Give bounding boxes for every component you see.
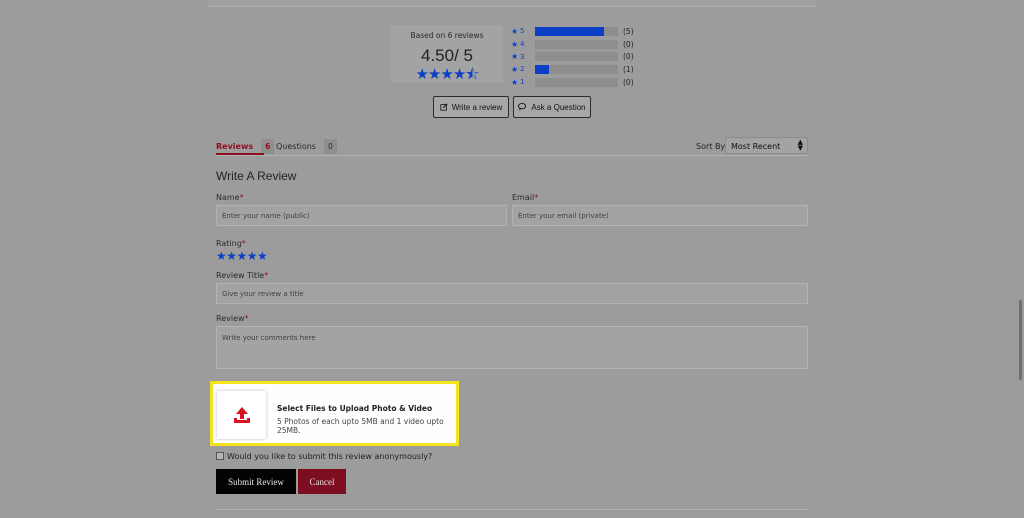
bottom-divider [216, 509, 808, 510]
star-icon: ★ [511, 52, 519, 62]
anonymous-label: Would you like to submit this review ano… [227, 452, 433, 461]
rating-bar-fill [535, 26, 604, 36]
rating-bar-fill [535, 64, 550, 74]
tabs-divider [216, 155, 808, 156]
name-label: Name* [216, 193, 244, 202]
star-icon: ★ [511, 39, 519, 49]
edit-icon [440, 103, 448, 111]
bar-count: (5) [623, 26, 634, 36]
rating-bar-track [535, 77, 618, 87]
upload-icon-tile [217, 391, 266, 439]
average-stars-icon: ★★★★⯪ [391, 64, 503, 89]
star-icon: ★ [511, 77, 519, 87]
submit-review-button[interactable]: Submit Review [216, 469, 296, 494]
sort-by-value: Most Recent [731, 142, 781, 151]
rating-bar-track [535, 52, 618, 62]
anonymous-checkbox[interactable] [216, 452, 224, 460]
tab-reviews[interactable]: Reviews 6 [216, 138, 275, 154]
rating-summary: Based on 6 reviews 4.50/ 5 ★★★★⯪ [391, 25, 503, 83]
bar-count: (1) [623, 64, 634, 74]
rating-bar-track [535, 26, 618, 36]
email-label: Email* [512, 193, 539, 202]
rating-bar-track [535, 39, 618, 49]
bar-star-number: 1 [520, 78, 525, 87]
half-star-icon: ⯪ [465, 65, 479, 83]
sort-arrows-icon: ▲ ▼ [797, 138, 803, 152]
write-review-label: Write a review [451, 102, 503, 112]
based-on-text: Based on 6 reviews [410, 31, 484, 40]
bar-star-number: 2 [520, 65, 525, 74]
rating-bar-track [535, 64, 618, 74]
tab-reviews-label: Reviews [216, 141, 254, 151]
rating-bar-row[interactable]: ★ 2 (1) [511, 63, 641, 76]
upload-icon [233, 407, 250, 423]
top-content-strip [208, 0, 816, 7]
chat-icon [518, 103, 527, 111]
review-label: Review* [216, 314, 249, 323]
sort-by-label: Sort By: [696, 142, 728, 151]
email-field[interactable]: Enter your email (private) [512, 205, 808, 226]
star-icon: ★ [511, 26, 519, 36]
rating-breakdown: ★ 5 (5) ★ 4 (0) ★ 3 (0) ★ 2 (1) ★ 1 (0) [511, 25, 641, 88]
rating-bar-row[interactable]: ★ 4 (0) [511, 38, 641, 51]
tab-reviews-count: 6 [261, 138, 275, 154]
review-title-label: Review Title* [216, 271, 269, 280]
rating-stars-input[interactable]: ★★★★★ [216, 249, 268, 263]
cancel-button[interactable]: Cancel [298, 469, 346, 494]
rating-bar-row[interactable]: ★ 5 (5) [511, 25, 641, 38]
file-upload-area[interactable]: Select Files to Upload Photo & Video 5 P… [210, 381, 459, 446]
rating-label: Rating* [216, 239, 246, 248]
bar-star-number: 4 [520, 40, 525, 49]
tab-questions[interactable]: Questions 0 [276, 138, 337, 154]
form-title: Write A Review [216, 169, 297, 183]
name-field[interactable]: Enter your name (public) [216, 205, 507, 226]
tab-questions-label: Questions [276, 141, 316, 151]
star-icon: ★ [511, 64, 519, 74]
bar-count: (0) [623, 52, 634, 62]
upload-limits: 5 Photos of each upto 5MB and 1 video up… [277, 417, 444, 435]
rating-bar-row[interactable]: ★ 1 (0) [511, 76, 641, 89]
bar-count: (0) [623, 39, 634, 49]
sort-by-select[interactable]: Most Recent ▲ ▼ [725, 137, 808, 154]
bar-star-number: 3 [520, 52, 525, 61]
review-textarea[interactable]: Write your comments here [216, 326, 808, 369]
review-title-field[interactable]: Give your review a title [216, 283, 808, 304]
ask-question-label: Ask a Question [531, 102, 586, 112]
upload-title: Select Files to Upload Photo & Video [277, 404, 433, 413]
scrollbar-thumb[interactable] [1019, 300, 1022, 380]
write-review-button[interactable]: Write a review [433, 96, 509, 118]
tab-questions-count: 0 [323, 138, 337, 154]
ask-question-button[interactable]: Ask a Question [513, 96, 591, 118]
bar-count: (0) [623, 77, 634, 87]
rating-bar-row[interactable]: ★ 3 (0) [511, 50, 641, 63]
average-rating: 4.50/ 5 [421, 46, 473, 65]
bar-star-number: 5 [520, 27, 525, 36]
